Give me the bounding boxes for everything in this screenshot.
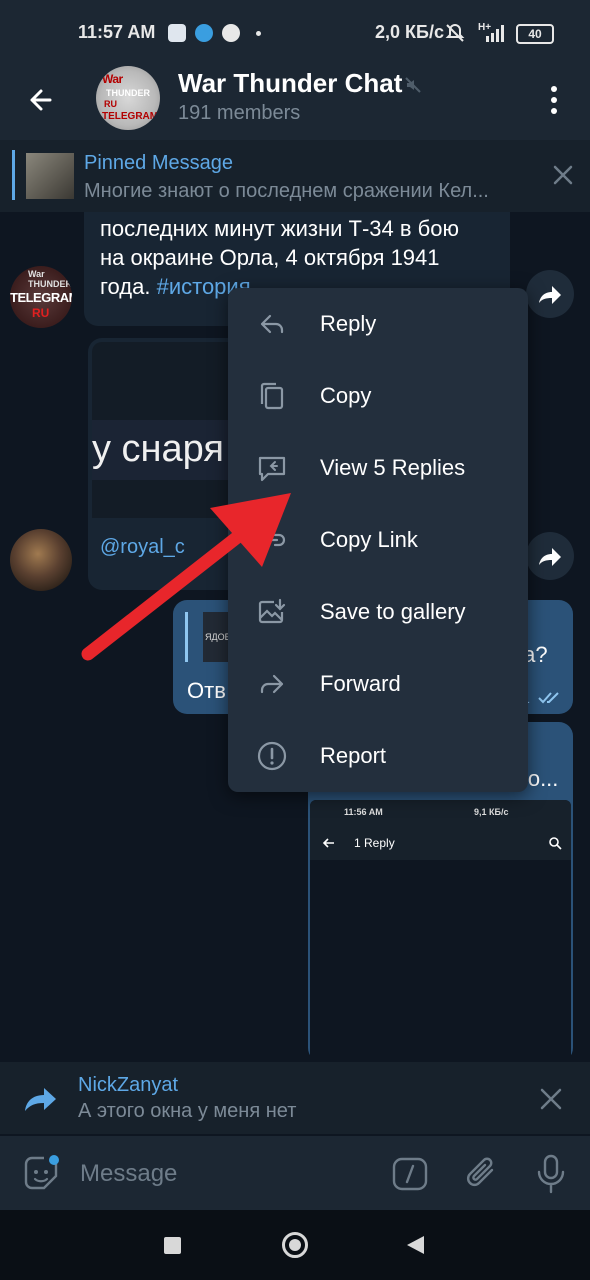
bot-commands-icon[interactable] [392,1156,428,1192]
menu-item-report[interactable]: Report [228,720,528,792]
screenshot-network-speed: 9,1 КБ/с [474,807,509,817]
quote-accent-bar [185,612,188,662]
sticker-emoji-icon[interactable] [22,1154,62,1194]
more-options-icon[interactable] [540,80,568,120]
view-replies-icon [258,456,286,482]
screenshot-title: 1 Reply [354,836,395,850]
sender-avatar[interactable] [10,529,72,591]
forward-preview-text: А этого окна у меня нет [78,1100,297,1122]
mute-notification-icon [445,23,465,42]
pinned-text: Многие знают о последнем сражении Кел... [84,180,489,202]
home-button[interactable] [282,1232,308,1258]
report-icon [257,741,287,771]
reddit-notification-icon [222,24,240,42]
reply-icon [260,314,284,334]
read-checkmarks-icon [538,692,559,704]
system-navigation-bar [0,1210,590,1280]
screenshot-search-icon [549,837,562,850]
app-notification-icon [168,24,186,42]
attach-paperclip-icon[interactable] [464,1154,500,1194]
channel-link[interactable]: @royal_c [100,536,185,559]
menu-item-label: Save to gallery [320,599,466,624]
menu-item-copy[interactable]: Copy [228,360,528,432]
image-text: у снаря [92,428,224,470]
home-button-dot [289,1239,301,1251]
message-text-line: на окраине Орла, 4 октября 1941 [100,245,440,270]
menu-item-view-replies[interactable]: View 5 Replies [228,432,528,504]
pinned-message-bar[interactable]: Pinned Message Многие знают о последнем … [0,140,590,212]
share-button[interactable] [526,532,574,580]
menu-item-save-to-gallery[interactable]: Save to gallery [228,576,528,648]
signal-icon [486,25,504,42]
sender-avatar[interactable]: War THUNDER TELEGRAM RU [10,266,72,328]
pinned-title: Pinned Message [84,152,233,174]
copy-icon [260,382,284,410]
battery-icon: 40 [516,24,554,44]
message-text-line: последних минут жизни Т-34 в бою [100,216,460,241]
more-notifications-dot-icon [256,31,261,36]
menu-item-label: Forward [320,671,401,696]
pinned-accent-bar [12,150,15,200]
chat-title[interactable]: War Thunder Chat [178,68,402,99]
share-arrow-icon [539,286,561,304]
avatar-text: TELEGRAM [10,290,72,305]
link-icon [258,533,286,547]
chat-header: War THUNDER RU TELEGRAM War Thunder Chat… [0,62,590,140]
menu-item-label: Copy Link [320,527,418,552]
share-arrow-icon [539,548,561,566]
system-back-button[interactable] [404,1234,426,1256]
status-bar: 11:57 AM 2,0 КБ/с H+ 40 [0,0,590,62]
message-input[interactable] [78,1156,382,1192]
screenshot-back-icon [322,838,334,848]
menu-item-reply[interactable]: Reply [228,288,528,360]
menu-item-label: Report [320,743,387,768]
avatar-text: RU [32,306,50,320]
forward-icon [260,674,284,694]
message-image[interactable]: у снаря [92,342,244,518]
menu-item-label: View 5 Replies [320,455,466,480]
quote-thumb-text: ЯДОВ [205,632,231,642]
microphone-icon[interactable] [536,1154,566,1194]
status-network-speed: 2,0 КБ/с [375,22,444,42]
message-context-menu: Reply Copy View 5 Replies Copy Link Save… [228,288,528,792]
members-count: 191 members [178,102,301,124]
message-bubble-incoming[interactable]: у снаря @royal_c [88,338,248,590]
screenshot-time: 11:56 AM [344,807,383,817]
status-time: 11:57 AM [78,22,156,42]
message-text: Отв [187,678,226,703]
telegram-notification-icon [195,24,213,42]
message-input-bar [0,1136,590,1210]
message-screenshot-image[interactable]: 11:56 AM 9,1 КБ/с 1 Reply [310,800,571,1062]
chat-avatar[interactable]: War THUNDER RU TELEGRAM [96,66,160,130]
message-text-line: года. [100,274,157,299]
close-pinned-icon[interactable] [550,162,576,188]
avatar-text: War THUNDER [28,269,72,289]
recent-apps-button[interactable] [164,1237,181,1254]
screenshot-header [310,824,571,860]
muted-icon [405,77,421,93]
menu-item-label: Copy [320,383,372,408]
back-arrow-icon[interactable] [20,78,64,122]
close-forward-icon[interactable] [538,1086,564,1112]
share-button[interactable] [526,270,574,318]
forward-sender-name: NickZanyat [78,1074,179,1096]
forward-arrow-icon [25,1088,56,1111]
avatar-text-thunder: THUNDER [106,88,150,98]
menu-item-copy-link[interactable]: Copy Link [228,504,528,576]
menu-item-forward[interactable]: Forward [228,648,528,720]
forward-preview-bar: NickZanyat А этого окна у меня нет [0,1062,590,1134]
avatar-text-ru: RU [104,99,117,109]
save-gallery-icon [258,598,286,624]
avatar-text-telegram: TELEGRAM [102,111,159,122]
menu-item-label: Reply [320,311,377,336]
pinned-thumbnail [26,153,74,199]
avatar-text-war: War [102,72,123,86]
